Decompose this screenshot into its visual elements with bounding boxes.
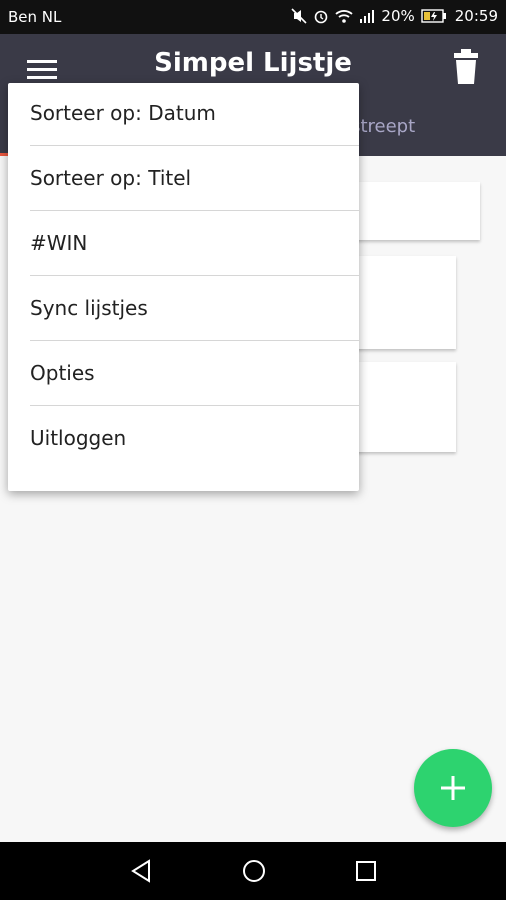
trash-icon[interactable] xyxy=(450,46,482,86)
tab-gestreept[interactable]: estreept xyxy=(340,116,506,137)
menu-item-logout[interactable]: Uitloggen xyxy=(30,408,359,472)
mute-vibrate-icon xyxy=(291,8,307,24)
clock: 20:59 xyxy=(454,7,498,25)
battery-icon xyxy=(421,9,446,23)
plus-icon xyxy=(441,776,465,800)
menu-divider xyxy=(30,340,359,341)
menu-divider xyxy=(30,145,359,146)
alarm-icon xyxy=(315,10,328,24)
menu-item-label: Sorteer op: Titel xyxy=(30,166,192,190)
menu-item-label: Sync lijstjes xyxy=(30,296,148,320)
battery-percent: 20% xyxy=(381,7,415,25)
menu-item-label: Sorteer op: Datum xyxy=(30,101,216,125)
menu-item-win[interactable]: #WIN xyxy=(30,213,359,277)
status-icons: 20% 20:59 xyxy=(291,7,498,25)
wifi-icon xyxy=(335,10,354,23)
status-bar: Ben NL 20% 20:59 xyxy=(0,0,506,34)
carrier-label: Ben NL xyxy=(8,8,62,26)
signal-icon xyxy=(360,10,375,23)
add-button[interactable] xyxy=(414,749,492,827)
system-nav-bar xyxy=(0,842,506,900)
menu-divider xyxy=(30,275,359,276)
home-circle-icon[interactable] xyxy=(239,856,269,886)
menu-item-label: Opties xyxy=(30,361,95,385)
menu-divider xyxy=(30,405,359,406)
back-triangle-icon[interactable] xyxy=(127,856,157,886)
menu-item-label: Uitloggen xyxy=(30,426,127,450)
menu-item-label: #WIN xyxy=(30,231,88,255)
menu-item-sync[interactable]: Sync lijstjes xyxy=(30,278,359,342)
recent-square-icon[interactable] xyxy=(351,856,381,886)
menu-item-sort-date[interactable]: Sorteer op: Datum xyxy=(30,83,359,147)
menu-divider xyxy=(30,210,359,211)
overflow-menu: Sorteer op: Datum Sorteer op: Titel #WIN… xyxy=(8,83,359,491)
menu-item-sort-title[interactable]: Sorteer op: Titel xyxy=(30,148,359,212)
page-title: Simpel Lijstje xyxy=(154,48,352,78)
menu-item-options[interactable]: Opties xyxy=(30,343,359,407)
